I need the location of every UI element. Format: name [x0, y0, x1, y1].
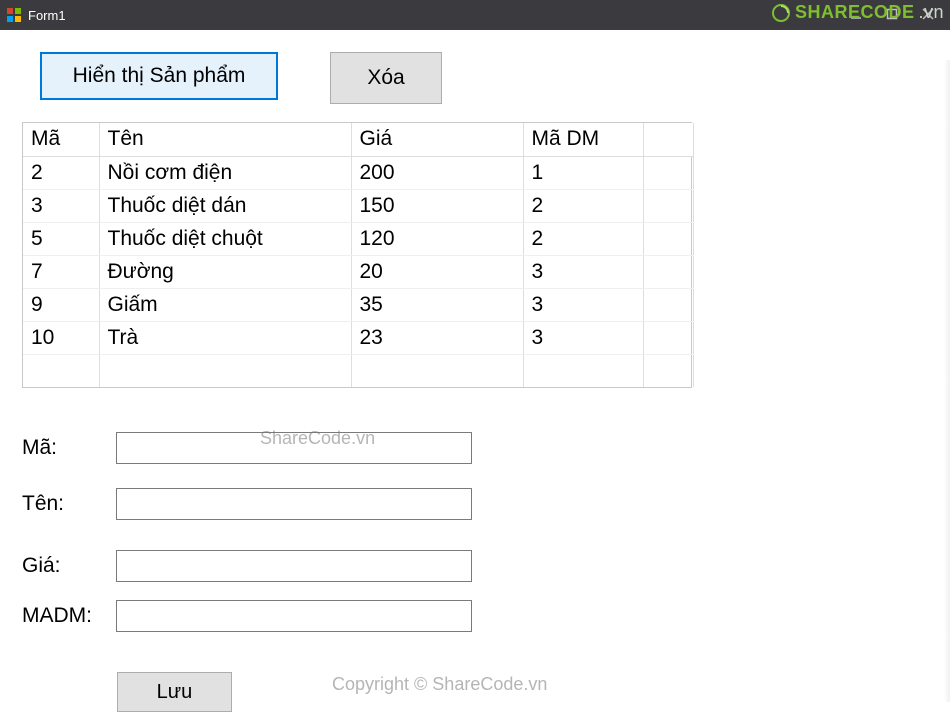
show-products-button[interactable]: Hiển thị Sản phẩm [40, 52, 278, 100]
cell-pad [643, 321, 693, 354]
window-title: Form1 [28, 8, 66, 23]
maximize-icon[interactable] [886, 7, 898, 23]
watermark-footer: Copyright © ShareCode.vn [332, 674, 547, 695]
grid-header-row: Mã Tên Giá Mã DM [23, 123, 693, 156]
app-icon [6, 7, 22, 23]
label-gia: Giá: [22, 554, 110, 578]
cell-pad [643, 189, 693, 222]
cell-ten[interactable]: Đường [99, 255, 351, 288]
cell-ma[interactable]: 10 [23, 321, 99, 354]
scrollbar-edge [944, 60, 950, 702]
col-header-gia[interactable]: Giá [351, 123, 523, 156]
cell-pad [643, 156, 693, 189]
cell-madm[interactable]: 2 [523, 222, 643, 255]
cell-ma[interactable]: 5 [23, 222, 99, 255]
cell-empty[interactable] [523, 354, 643, 387]
cell-empty[interactable] [643, 354, 693, 387]
label-ma: Mã: [22, 436, 110, 460]
cell-madm[interactable]: 3 [523, 321, 643, 354]
window-controls [850, 7, 944, 23]
cell-pad [643, 255, 693, 288]
title-bar: Form1 SHARECODE.vn [0, 0, 950, 30]
cell-gia[interactable]: 150 [351, 189, 523, 222]
table-row[interactable]: 5Thuốc diệt chuột1202 [23, 222, 693, 255]
cell-ten[interactable]: Giấm [99, 288, 351, 321]
table-row[interactable]: 9Giấm353 [23, 288, 693, 321]
cell-empty[interactable] [23, 354, 99, 387]
cell-madm[interactable]: 2 [523, 189, 643, 222]
field-row-gia: Giá: [22, 550, 472, 582]
delete-button[interactable]: Xóa [330, 52, 442, 104]
field-row-ma: Mã: [22, 432, 472, 464]
cell-ma[interactable]: 3 [23, 189, 99, 222]
cell-gia[interactable]: 20 [351, 255, 523, 288]
col-header-madm[interactable]: Mã DM [523, 123, 643, 156]
cell-pad [643, 222, 693, 255]
close-icon[interactable] [922, 7, 934, 23]
col-header-pad [643, 123, 693, 156]
cell-madm[interactable]: 1 [523, 156, 643, 189]
table-row[interactable]: 2Nồi cơm điện2001 [23, 156, 693, 189]
cell-ten[interactable]: Nồi cơm điện [99, 156, 351, 189]
input-madm[interactable] [116, 600, 472, 632]
cell-madm[interactable]: 3 [523, 255, 643, 288]
products-grid[interactable]: Mã Tên Giá Mã DM 2Nồi cơm điện20013Thuốc… [22, 122, 692, 388]
cell-ma[interactable]: 7 [23, 255, 99, 288]
table-row[interactable]: 10Trà233 [23, 321, 693, 354]
input-ten[interactable] [116, 488, 472, 520]
table-row[interactable]: 7Đường203 [23, 255, 693, 288]
cell-gia[interactable]: 35 [351, 288, 523, 321]
cell-ten[interactable]: Thuốc diệt chuột [99, 222, 351, 255]
minimize-icon[interactable] [850, 7, 862, 23]
field-row-madm: MADM: [22, 600, 472, 632]
table-row-new[interactable] [23, 354, 693, 387]
cell-gia[interactable]: 23 [351, 321, 523, 354]
cell-gia[interactable]: 120 [351, 222, 523, 255]
label-ten: Tên: [22, 492, 110, 516]
col-header-ma[interactable]: Mã [23, 123, 99, 156]
cell-ma[interactable]: 2 [23, 156, 99, 189]
input-ma[interactable] [116, 432, 472, 464]
cell-empty[interactable] [99, 354, 351, 387]
client-area: Hiển thị Sản phẩm Xóa Mã Tên Giá Mã DM 2… [0, 30, 950, 702]
input-gia[interactable] [116, 550, 472, 582]
cell-ma[interactable]: 9 [23, 288, 99, 321]
table-row[interactable]: 3Thuốc diệt dán1502 [23, 189, 693, 222]
field-row-ten: Tên: [22, 488, 472, 520]
cell-gia[interactable]: 200 [351, 156, 523, 189]
cell-ten[interactable]: Trà [99, 321, 351, 354]
save-button[interactable]: Lưu [117, 672, 232, 712]
cell-madm[interactable]: 3 [523, 288, 643, 321]
cell-pad [643, 288, 693, 321]
cell-ten[interactable]: Thuốc diệt dán [99, 189, 351, 222]
col-header-ten[interactable]: Tên [99, 123, 351, 156]
label-madm: MADM: [22, 604, 110, 628]
cell-empty[interactable] [351, 354, 523, 387]
